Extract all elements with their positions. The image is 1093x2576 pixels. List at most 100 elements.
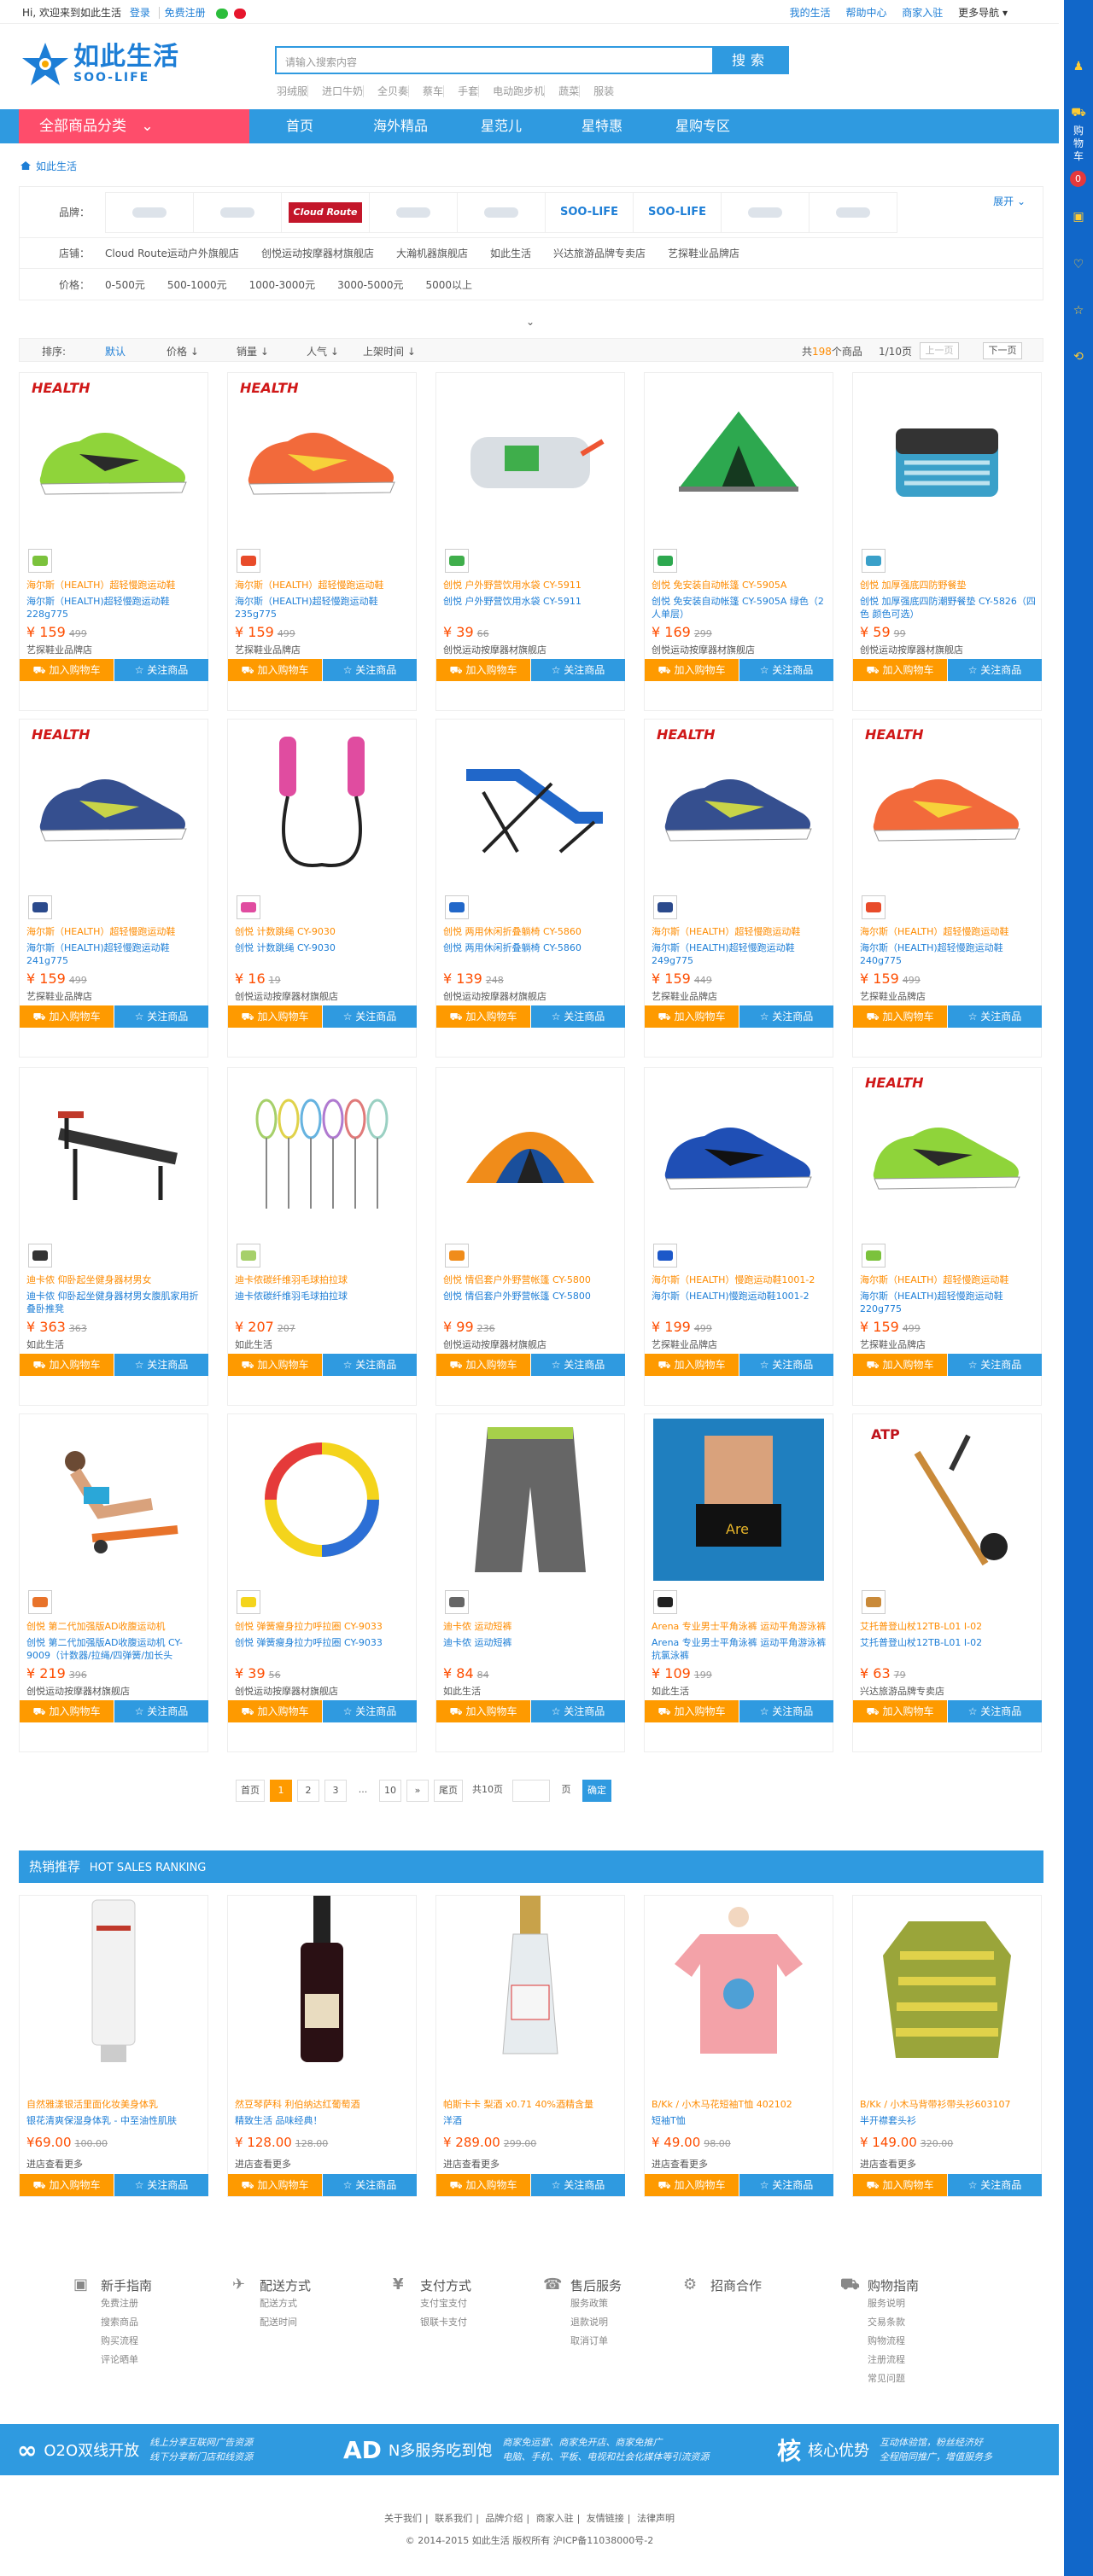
product-image[interactable]: [228, 720, 416, 890]
footer-guide-link[interactable]: 常见问题: [868, 2369, 977, 2388]
follow-product-button[interactable]: ☆ 关注商品: [114, 1005, 208, 1028]
product-image[interactable]: HEALTH: [853, 1068, 1041, 1238]
hot-keyword[interactable]: 进口牛奶: [307, 85, 364, 97]
product-name[interactable]: 帕斯卡卡 梨酒 x0.71 40%酒精含量: [443, 2097, 619, 2111]
footer-guide-link[interactable]: 免费注册: [101, 2294, 210, 2313]
product-description[interactable]: 创悦 第二代加强版AD收腹运动机 CY-9009（计数器/拉绳/四弹簧/加长头: [26, 1636, 202, 1662]
shop-option[interactable]: 艺探鞋业品牌店: [668, 246, 739, 260]
product-image[interactable]: [645, 1896, 833, 2066]
follow-product-button[interactable]: ☆ 关注商品: [323, 1700, 417, 1722]
product-image[interactable]: [436, 1068, 624, 1238]
pager-page[interactable]: 1: [270, 1780, 292, 1802]
follow-product-button[interactable]: ☆ 关注商品: [114, 2174, 208, 2196]
hot-product-card[interactable]: 然豆琴萨科 利伯纳达红葡萄酒 精致生活 品味经典！ ¥ 128.00 128.00…: [227, 1895, 417, 2197]
breadcrumb-link[interactable]: 如此生活: [36, 160, 77, 172]
product-name[interactable]: B/Kk / 小木马花短袖T恤 402102: [652, 2097, 827, 2111]
search-button[interactable]: 搜索: [712, 46, 789, 74]
hot-product-card[interactable]: B/Kk / 小木马花短袖T恤 402102 短袖T恤 ¥ 49.00 98.00…: [644, 1895, 833, 2197]
footer-guide-link[interactable]: 评论晒单: [101, 2351, 210, 2369]
follow-product-button[interactable]: ☆ 关注商品: [948, 1354, 1042, 1376]
add-to-cart-button[interactable]: ⛟ 加入购物车: [228, 659, 322, 681]
shop-name[interactable]: 创悦运动按摩器材旗舰店: [235, 989, 338, 1003]
product-card[interactable]: ATP 艾托普登山杖12TB-L01 I-02 艾托普登山杖12TB-L01 I…: [852, 1413, 1042, 1752]
product-thumbnail[interactable]: [862, 895, 886, 919]
product-description[interactable]: 海尔斯（HEALTH)超轻慢跑运动鞋240g775: [860, 941, 1036, 967]
sort-default[interactable]: 默认: [105, 344, 126, 358]
product-description[interactable]: 艾托普登山杖12TB-L01 I-02: [860, 1636, 1036, 1662]
footer-guide-link[interactable]: 服务政策: [570, 2294, 680, 2313]
refresh-icon[interactable]: ⟲: [1071, 350, 1086, 365]
brand-logo[interactable]: [193, 191, 282, 233]
shop-option[interactable]: 如此生活: [490, 246, 531, 260]
pager-page[interactable]: 3: [324, 1780, 347, 1802]
product-thumbnail[interactable]: [445, 549, 469, 573]
product-card[interactable]: 创悦 户外野营饮用水袋 CY-5911 创悦 户外野营饮用水袋 CY-5911 …: [435, 372, 625, 711]
product-description[interactable]: 创悦 弹簧瘦身拉力呼拉圈 CY-9033: [235, 1636, 411, 1662]
add-to-cart-button[interactable]: ⛟ 加入购物车: [228, 1005, 322, 1028]
product-image[interactable]: Are: [645, 1414, 833, 1585]
follow-product-button[interactable]: ☆ 关注商品: [531, 2174, 625, 2196]
product-thumbnail[interactable]: [653, 895, 677, 919]
product-card[interactable]: HEALTH 海尔斯（HEALTH）超轻慢跑运动鞋 海尔斯（HEALTH)超轻慢…: [644, 719, 833, 1058]
shop-name[interactable]: 艺探鞋业品牌店: [26, 643, 92, 656]
hot-product-card[interactable]: B/Kk / 小木马背带衫带头衫603107 半开襟套头衫 ¥ 149.00 32…: [852, 1895, 1042, 2197]
price-option[interactable]: 1000-3000元: [249, 277, 315, 292]
shop-option[interactable]: 兴达旅游品牌专卖店: [553, 246, 646, 260]
product-image[interactable]: [853, 373, 1041, 544]
all-categories-button[interactable]: 全部商品分类 ⌄: [19, 109, 249, 143]
add-to-cart-button[interactable]: ⛟ 加入购物车: [645, 1005, 739, 1028]
footer-guide-link[interactable]: 配送方式: [260, 2294, 369, 2313]
product-thumbnail[interactable]: [445, 895, 469, 919]
shop-name[interactable]: 如此生活: [235, 1338, 272, 1351]
product-card[interactable]: 迪卡侬 运动短裤 迪卡侬 运动短裤 ¥ 84 84 如此生活 ⛟ 加入购物车 ☆ …: [435, 1413, 625, 1752]
price-option[interactable]: 500-1000元: [167, 277, 227, 292]
add-to-cart-button[interactable]: ⛟ 加入购物车: [853, 1354, 947, 1376]
login-link[interactable]: 登录: [130, 7, 150, 19]
product-image[interactable]: [436, 1414, 624, 1585]
product-thumbnail[interactable]: [28, 895, 52, 919]
footer-guide-link[interactable]: 购买流程: [101, 2332, 210, 2351]
product-description[interactable]: 海尔斯（HEALTH)超轻慢跑运动鞋249g775: [652, 941, 827, 967]
product-card[interactable]: 海尔斯（HEALTH）慢跑运动鞋1001-2 海尔斯（HEALTH)慢跑运动鞋1…: [644, 1067, 833, 1406]
more-nav-link[interactable]: 更多导航 ▾: [958, 7, 1008, 19]
add-to-cart-button[interactable]: ⛟ 加入购物车: [20, 1005, 114, 1028]
follow-product-button[interactable]: ☆ 关注商品: [531, 1700, 625, 1722]
add-to-cart-button[interactable]: ⛟ 加入购物车: [436, 1354, 530, 1376]
product-description[interactable]: 创悦 情侣套户外野营帐篷 CY-5800: [443, 1290, 619, 1315]
product-name[interactable]: 自然雅漾银活里面化妆美身体乳: [26, 2097, 202, 2111]
product-description[interactable]: 创悦 加厚强底四防潮野餐垫 CY-5826（四色 颜色可选）: [860, 595, 1036, 621]
follow-product-button[interactable]: ☆ 关注商品: [739, 1005, 833, 1028]
product-image[interactable]: HEALTH: [20, 720, 207, 890]
product-name[interactable]: 海尔斯（HEALTH）超轻慢跑运动鞋: [860, 1273, 1036, 1286]
follow-product-button[interactable]: ☆ 关注商品: [739, 2174, 833, 2196]
product-description[interactable]: 迪卡侬 仰卧起坐健身器材男女腹肌家用折叠卧推凳: [26, 1290, 202, 1315]
product-card[interactable]: 创悦 情侣套户外野营帐篷 CY-5800 创悦 情侣套户外野营帐篷 CY-580…: [435, 1067, 625, 1406]
product-card[interactable]: HEALTH 海尔斯（HEALTH）超轻慢跑运动鞋 海尔斯（HEALTH)超轻慢…: [852, 1067, 1042, 1406]
follow-product-button[interactable]: ☆ 关注商品: [948, 1700, 1042, 1722]
product-thumbnail[interactable]: [862, 1590, 886, 1614]
product-name[interactable]: 海尔斯（HEALTH）超轻慢跑运动鞋: [26, 924, 202, 938]
shop-name[interactable]: 进店查看更多: [26, 2157, 83, 2171]
follow-product-button[interactable]: ☆ 关注商品: [323, 1005, 417, 1028]
product-card[interactable]: 迪卡侬碳纤维羽毛球拍拉球 迪卡侬碳纤维羽毛球拍拉球 ¥ 207 207 如此生活 …: [227, 1067, 417, 1406]
pager-ok-button[interactable]: 确定: [582, 1780, 611, 1802]
price-option[interactable]: 5000以上: [426, 277, 473, 292]
brand-logo-soo-life[interactable]: SOO-LIFE: [545, 191, 634, 233]
product-image[interactable]: [228, 1068, 416, 1238]
add-to-cart-button[interactable]: ⛟ 加入购物车: [853, 659, 947, 681]
search-input[interactable]: 请输入搜索内容: [275, 46, 714, 74]
cart-icon[interactable]: ⛟: [1071, 106, 1086, 121]
product-description[interactable]: 海尔斯（HEALTH)超轻慢跑运动鞋235g775: [235, 595, 411, 621]
shop-name[interactable]: 创悦运动按摩器材旗舰店: [443, 989, 546, 1003]
shop-name[interactable]: 进店查看更多: [235, 2157, 291, 2171]
product-card[interactable]: Are Arena 专业男士平角泳裤 运动平角游泳裤 Arena 专业男士平角泳…: [644, 1413, 833, 1752]
product-description[interactable]: 创悦 两用休闲折叠躺椅 CY-5860: [443, 941, 619, 967]
product-card[interactable]: HEALTH 海尔斯（HEALTH）超轻慢跑运动鞋 海尔斯（HEALTH)超轻慢…: [19, 372, 208, 711]
add-to-cart-button[interactable]: ⛟ 加入购物车: [645, 1354, 739, 1376]
footer-guide-link[interactable]: 购物流程: [868, 2332, 977, 2351]
product-name[interactable]: 创悦 计数跳绳 CY-9030: [235, 924, 411, 938]
product-name[interactable]: 创悦 第二代加强版AD收腹运动机: [26, 1619, 202, 1633]
product-description[interactable]: 海尔斯（HEALTH)超轻慢跑运动鞋228g775: [26, 595, 202, 621]
add-to-cart-button[interactable]: ⛟ 加入购物车: [20, 1700, 114, 1722]
product-name[interactable]: 创悦 情侣套户外野营帐篷 CY-5800: [443, 1273, 619, 1286]
